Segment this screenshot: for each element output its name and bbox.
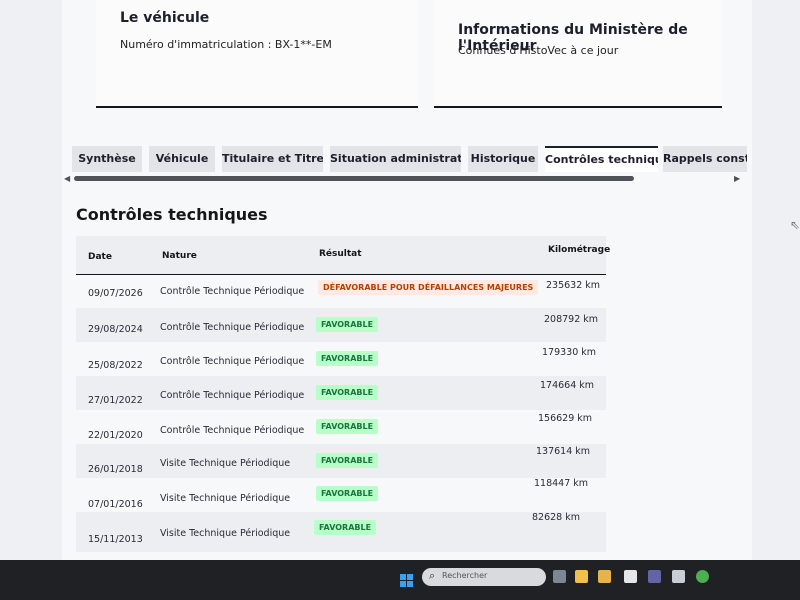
row-mileage: 118447 km bbox=[534, 478, 589, 489]
taskbar-search-input[interactable]: ⌕ Rechercher bbox=[422, 568, 546, 586]
tab-rappels-constructeur[interactable]: Rappels constru bbox=[663, 146, 747, 172]
column-result: Résultat bbox=[319, 249, 362, 259]
row-mileage: 235632 km bbox=[546, 280, 601, 291]
status-badge: FAVORABLE bbox=[314, 520, 377, 535]
search-placeholder: Rechercher bbox=[442, 571, 488, 580]
table-row: 27/01/2022 Contrôle Technique Périodique… bbox=[76, 376, 606, 410]
column-mileage: Kilométrage bbox=[548, 245, 611, 255]
row-nature: Contrôle Technique Périodique bbox=[160, 356, 305, 367]
row-nature: Contrôle Technique Périodique bbox=[160, 322, 305, 333]
tab-synthese[interactable]: Synthèse bbox=[72, 146, 142, 172]
row-nature: Contrôle Technique Périodique bbox=[160, 390, 305, 401]
tabs-scrollbar[interactable]: ◀ ▶ bbox=[62, 174, 742, 184]
tab-controles-techniques[interactable]: Contrôles techniques bbox=[545, 146, 658, 172]
chrome-icon[interactable] bbox=[696, 570, 709, 583]
taskbar: ⌕ Rechercher bbox=[0, 560, 800, 600]
row-nature: Visite Technique Périodique bbox=[160, 458, 291, 469]
folder-icon[interactable] bbox=[598, 570, 611, 583]
file-explorer-icon[interactable] bbox=[575, 570, 588, 583]
row-date: 09/07/2026 bbox=[88, 288, 143, 299]
app-icon[interactable] bbox=[672, 570, 685, 583]
scroll-right-icon[interactable]: ▶ bbox=[734, 174, 740, 183]
row-mileage: 137614 km bbox=[536, 446, 591, 457]
scrollbar-thumb[interactable] bbox=[74, 176, 634, 181]
row-nature: Contrôle Technique Périodique bbox=[160, 425, 305, 436]
browser-viewport: Le véhicule Numéro d'immatriculation : B… bbox=[0, 0, 800, 560]
vehicle-card: Le véhicule Numéro d'immatriculation : B… bbox=[96, 0, 418, 108]
status-badge: FAVORABLE bbox=[316, 453, 379, 468]
column-date: Date bbox=[88, 252, 112, 262]
section-title: Contrôles techniques bbox=[76, 205, 268, 224]
start-icon[interactable] bbox=[400, 574, 414, 588]
table-row: 26/01/2018 Visite Technique Périodique F… bbox=[76, 444, 606, 478]
row-nature: Contrôle Technique Périodique bbox=[160, 286, 305, 297]
status-badge: DÉFAVORABLE POUR DÉFAILLANCES MAJEURES bbox=[318, 280, 539, 295]
table-row: 07/01/2016 Visite Technique Périodique F… bbox=[76, 478, 606, 512]
status-badge: FAVORABLE bbox=[316, 419, 379, 434]
table-row: 25/08/2022 Contrôle Technique Périodique… bbox=[76, 342, 606, 376]
histovec-page: Le véhicule Numéro d'immatriculation : B… bbox=[62, 0, 752, 560]
row-date: 29/08/2024 bbox=[88, 324, 143, 335]
mouse-cursor-icon: ⇖ bbox=[790, 218, 800, 232]
tab-situation-administrative[interactable]: Situation administrative bbox=[330, 146, 461, 172]
row-mileage: 179330 km bbox=[542, 347, 597, 358]
ministry-card: Informations du Ministère de l'Intérieur… bbox=[434, 0, 722, 108]
scroll-left-icon[interactable]: ◀ bbox=[64, 174, 70, 183]
task-view-icon[interactable] bbox=[553, 570, 566, 583]
tab-historique[interactable]: Historique bbox=[468, 146, 538, 172]
status-badge: FAVORABLE bbox=[316, 317, 379, 332]
table-row: 09/07/2026 Contrôle Technique Périodique… bbox=[76, 274, 606, 308]
row-date: 07/01/2016 bbox=[88, 499, 143, 510]
table-header: Date Nature Résultat Kilométrage bbox=[76, 236, 610, 275]
row-date: 25/08/2022 bbox=[88, 360, 143, 371]
ministry-card-subtitle: Connues d'HistoVec à ce jour bbox=[458, 44, 619, 57]
tab-bar: Synthèse Véhicule Titulaire et Titre Sit… bbox=[72, 146, 752, 174]
status-badge: FAVORABLE bbox=[316, 351, 379, 366]
table-row: 29/08/2024 Contrôle Technique Périodique… bbox=[76, 308, 606, 342]
search-icon: ⌕ bbox=[429, 569, 436, 582]
teams-icon[interactable] bbox=[648, 570, 661, 583]
plate-number: Numéro d'immatriculation : BX-1**-EM bbox=[120, 38, 332, 51]
row-mileage: 208792 km bbox=[544, 314, 599, 325]
table-row: 15/11/2013 Visite Technique Périodique F… bbox=[76, 512, 606, 552]
row-date: 22/01/2020 bbox=[88, 430, 143, 441]
row-date: 15/11/2013 bbox=[88, 534, 143, 545]
status-badge: FAVORABLE bbox=[316, 486, 379, 501]
row-nature: Visite Technique Périodique bbox=[160, 528, 291, 539]
tab-titulaire[interactable]: Titulaire et Titre bbox=[222, 146, 323, 172]
row-date: 26/01/2018 bbox=[88, 464, 143, 475]
status-badge: FAVORABLE bbox=[316, 385, 379, 400]
row-mileage: 82628 km bbox=[532, 512, 580, 523]
table-row: 22/01/2020 Contrôle Technique Périodique… bbox=[76, 410, 606, 444]
row-date: 27/01/2022 bbox=[88, 395, 143, 406]
row-nature: Visite Technique Périodique bbox=[160, 493, 291, 504]
vehicle-card-title: Le véhicule bbox=[120, 10, 210, 26]
row-mileage: 174664 km bbox=[540, 380, 595, 391]
column-nature: Nature bbox=[162, 251, 197, 261]
row-mileage: 156629 km bbox=[538, 413, 593, 424]
tab-vehicule[interactable]: Véhicule bbox=[149, 146, 215, 172]
document-icon[interactable] bbox=[624, 570, 637, 583]
